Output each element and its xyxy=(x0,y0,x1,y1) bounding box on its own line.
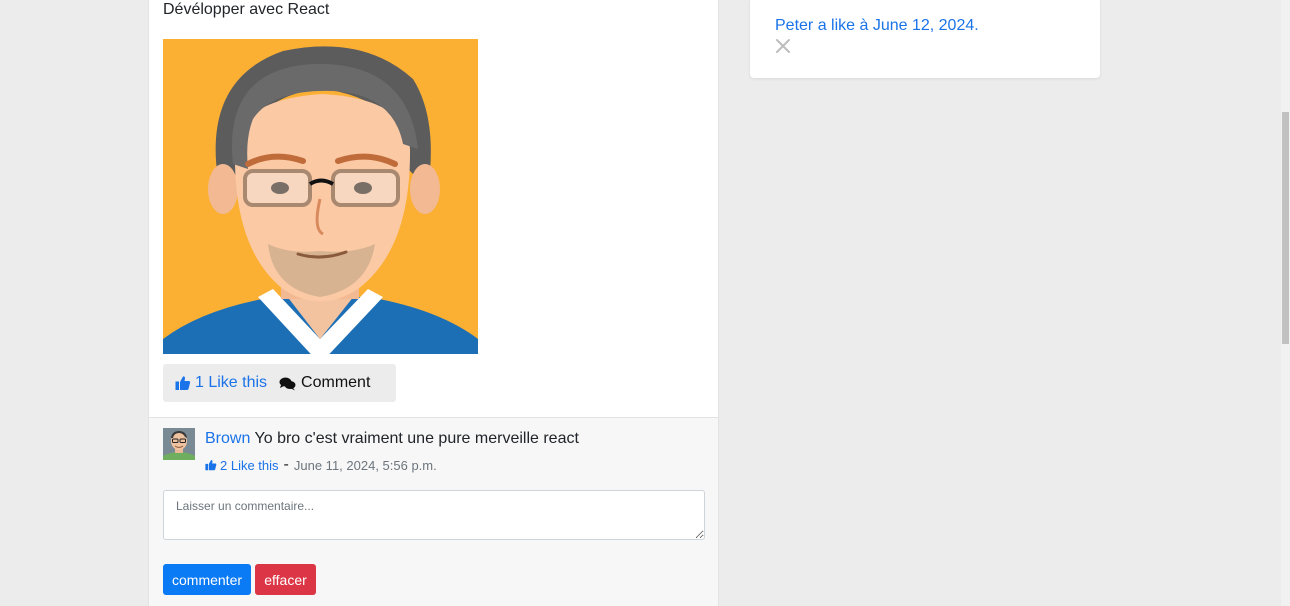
thumbs-up-icon xyxy=(205,460,217,471)
post-like-button[interactable]: 1 Like this xyxy=(163,374,267,392)
clear-comment-button[interactable]: effacer xyxy=(255,564,316,595)
comment-text: Yo bro c'est vraiment une pure merveille… xyxy=(254,430,579,447)
notification-card: Peter a like à June 12, 2024. xyxy=(750,0,1100,78)
thumbs-up-icon xyxy=(175,376,191,390)
post-like-label: 1 Like this xyxy=(195,374,268,391)
close-icon[interactable] xyxy=(775,38,791,54)
post-author-avatar xyxy=(163,39,478,354)
post-title: Dévélopper avec React xyxy=(163,1,330,18)
post-comment-label: Comment xyxy=(301,374,371,391)
comment-input[interactable] xyxy=(163,490,705,540)
notification-text[interactable]: Peter a like à June 12, 2024. xyxy=(775,17,979,35)
page-scrollbar[interactable] xyxy=(1281,0,1290,606)
submit-comment-button[interactable]: commenter xyxy=(163,564,251,595)
comments-icon xyxy=(279,377,296,390)
comment-like-button[interactable]: 2 Like this xyxy=(205,458,279,473)
comment-meta: 2 Like this - June 11, 2024, 5:56 p.m. xyxy=(205,456,437,474)
comment-date: June 11, 2024, 5:56 p.m. xyxy=(293,457,437,473)
comment-author-link[interactable]: Brown xyxy=(205,430,250,447)
post-actions: 1 Like this Comment xyxy=(163,364,396,402)
comment-author-avatar xyxy=(163,428,195,460)
comment-like-label: 2 Like this xyxy=(220,457,279,473)
post-card: Dévélopper avec React 1 Like this Commen… xyxy=(148,0,719,606)
scrollbar-thumb[interactable] xyxy=(1282,112,1289,344)
post-comment-button[interactable]: Comment xyxy=(279,374,370,392)
comment-body: Brown Yo bro c'est vraiment une pure mer… xyxy=(205,430,579,448)
comment-meta-separator: - xyxy=(283,456,289,473)
comments-section: Brown Yo bro c'est vraiment une pure mer… xyxy=(149,417,718,606)
